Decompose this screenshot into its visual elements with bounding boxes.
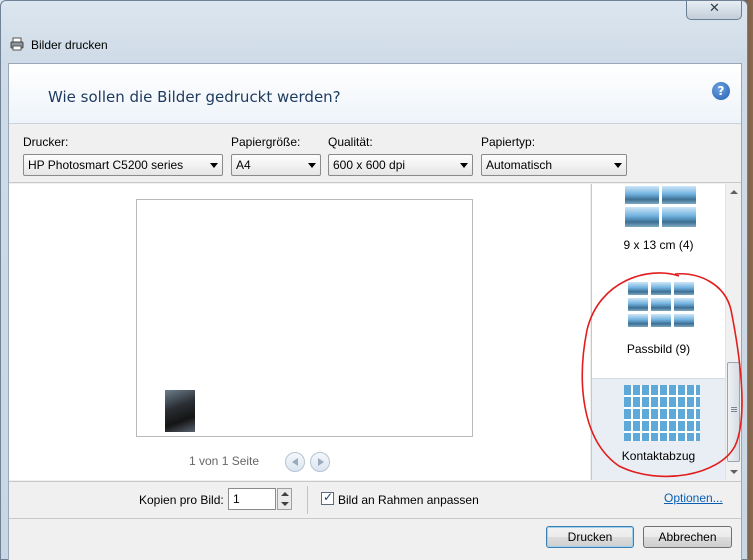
paper-size-label: Papiergröße:: [231, 135, 301, 149]
paper-type-select[interactable]: Automatisch: [481, 154, 627, 176]
layout-thumbnail: [651, 298, 671, 311]
quality-select[interactable]: 600 x 600 dpi: [328, 154, 473, 176]
help-icon[interactable]: ?: [712, 82, 730, 100]
layout-list-scrollbar[interactable]: [725, 184, 741, 480]
print-settings-bar: Drucker: HP Photosmart C5200 series Papi…: [9, 125, 741, 183]
arrow-right-icon: [318, 458, 324, 466]
scroll-down-button[interactable]: [726, 464, 742, 480]
dialog-header: Wie sollen die Bilder gedruckt werden?: [9, 64, 741, 124]
print-options-bar: Kopien pro Bild: 1 ✓ Bild an Rahmen anpa…: [9, 481, 741, 519]
window-title: Bilder drucken: [31, 38, 108, 52]
chevron-down-icon: [730, 470, 738, 474]
layout-item-passbild[interactable]: Passbild (9): [592, 272, 725, 376]
layout-list: 9 x 13 cm (4) Passbild (9) Kontaktabzug: [591, 184, 741, 480]
layout-item-kontaktabzug[interactable]: Kontaktabzug: [592, 378, 725, 480]
layout-thumbnail: [674, 314, 694, 327]
paper-size-value: A4: [236, 158, 251, 172]
chevron-up-icon: [730, 190, 738, 194]
print-button[interactable]: Drucken: [546, 526, 634, 548]
title-bar: Bilder drucken ✕: [1, 1, 747, 63]
page-title: Wie sollen die Bilder gedruckt werden?: [48, 88, 341, 106]
copies-stepper[interactable]: [277, 488, 292, 510]
layout-thumbnail: [628, 298, 648, 311]
chevron-down-icon: [210, 163, 218, 168]
quality-value: 600 x 600 dpi: [333, 158, 406, 172]
close-icon: ✕: [709, 1, 720, 16]
previous-page-button[interactable]: [285, 452, 305, 472]
layout-item-9x13[interactable]: 9 x 13 cm (4): [592, 184, 725, 264]
cancel-button[interactable]: Abbrechen: [643, 526, 732, 548]
scroll-up-button[interactable]: [726, 184, 742, 200]
copies-label: Kopien pro Bild:: [139, 493, 224, 507]
chevron-down-icon: [308, 163, 316, 168]
layout-thumbnail: [674, 282, 694, 295]
divider: [307, 486, 308, 514]
preview-page: [136, 199, 473, 437]
layout-thumbnail: [628, 282, 648, 295]
chevron-down-icon: [614, 163, 622, 168]
printer-icon: [10, 37, 24, 51]
layout-thumbnail: [625, 207, 659, 227]
page-indicator: 1 von 1 Seite: [189, 454, 260, 468]
next-page-button[interactable]: [310, 452, 330, 472]
paper-size-select[interactable]: A4: [231, 154, 321, 176]
chevron-down-icon: [460, 163, 468, 168]
close-button[interactable]: ✕: [686, 1, 742, 20]
printer-value: HP Photosmart C5200 series: [28, 158, 184, 172]
layout-thumbnail: [662, 186, 696, 204]
fit-to-frame-label[interactable]: Bild an Rahmen anpassen: [338, 493, 479, 507]
layout-thumbnail: [674, 298, 694, 311]
layout-label-9x13: 9 x 13 cm (4): [623, 238, 694, 252]
layout-thumbnail: [651, 282, 671, 295]
paper-type-label: Papiertyp:: [481, 135, 536, 149]
checkmark-icon: ✓: [323, 490, 334, 504]
paper-type-value: Automatisch: [486, 158, 553, 172]
layout-thumbnail: [625, 186, 659, 204]
print-pictures-dialog: Bilder drucken ✕ Wie sollen die Bilder g…: [0, 0, 748, 560]
layout-thumbnail: [628, 314, 648, 327]
quality-label: Qualität:: [328, 135, 373, 149]
print-preview-area: 1 von 1 Seite: [9, 184, 590, 480]
arrow-left-icon: [292, 458, 298, 466]
scrollbar-thumb[interactable]: [727, 362, 740, 462]
fit-to-frame-checkbox[interactable]: ✓: [321, 490, 334, 505]
chevron-up-icon: [281, 492, 289, 496]
layout-thumbnail: [624, 385, 700, 441]
printer-select[interactable]: HP Photosmart C5200 series: [23, 154, 223, 176]
preview-thumbnail: [165, 390, 195, 432]
dialog-content: Wie sollen die Bilder gedruckt werden? D…: [8, 63, 742, 560]
grip-icon: [731, 407, 737, 408]
layout-label-passbild: Passbild (9): [626, 342, 691, 356]
layout-label-kontaktabzug: Kontaktabzug: [621, 449, 696, 463]
printer-label: Drucker:: [23, 135, 69, 149]
layout-thumbnail: [651, 314, 671, 327]
chevron-down-icon: [281, 502, 289, 506]
layout-thumbnail: [662, 207, 696, 227]
options-link[interactable]: Optionen...: [664, 491, 723, 505]
copies-input[interactable]: 1: [228, 488, 276, 510]
